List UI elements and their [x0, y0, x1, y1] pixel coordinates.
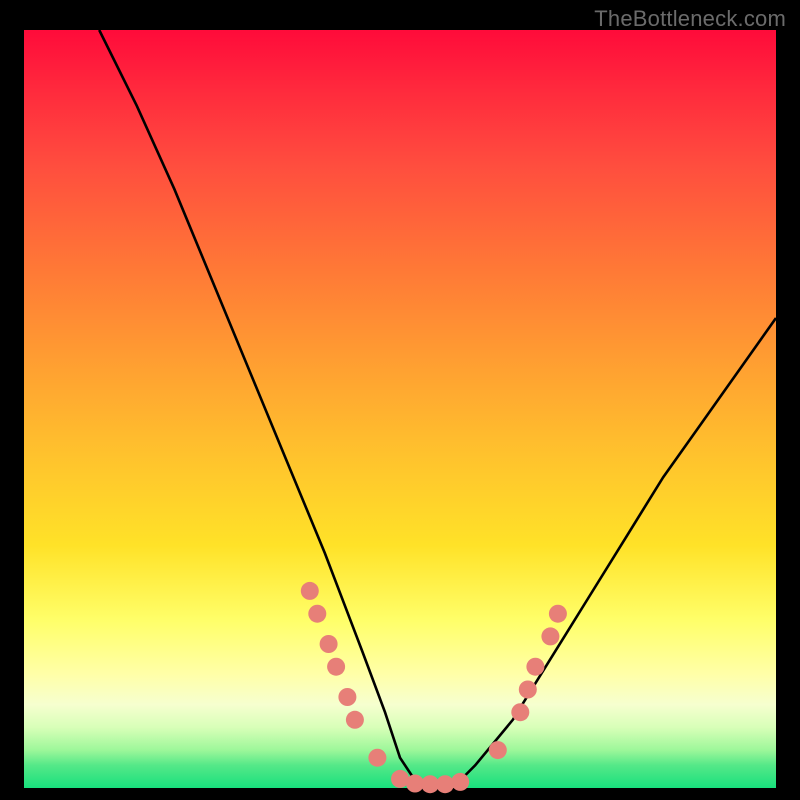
curve-marker — [308, 605, 326, 623]
marker-group — [301, 582, 567, 793]
curve-marker — [511, 703, 529, 721]
chart-svg — [24, 30, 776, 788]
curve-marker — [451, 773, 469, 791]
chart-gradient-background — [24, 30, 776, 788]
watermark-text: TheBottleneck.com — [594, 6, 786, 32]
chart-frame — [18, 30, 782, 794]
curve-marker — [338, 688, 356, 706]
curve-marker — [368, 749, 386, 767]
curve-marker — [489, 741, 507, 759]
curve-marker — [519, 681, 537, 699]
curve-marker — [526, 658, 544, 676]
curve-marker — [436, 775, 454, 793]
curve-marker — [320, 635, 338, 653]
curve-marker — [327, 658, 345, 676]
curve-marker — [549, 605, 567, 623]
curve-marker — [301, 582, 319, 600]
curve-marker — [541, 627, 559, 645]
bottleneck-curve — [99, 30, 776, 788]
curve-marker — [346, 711, 364, 729]
